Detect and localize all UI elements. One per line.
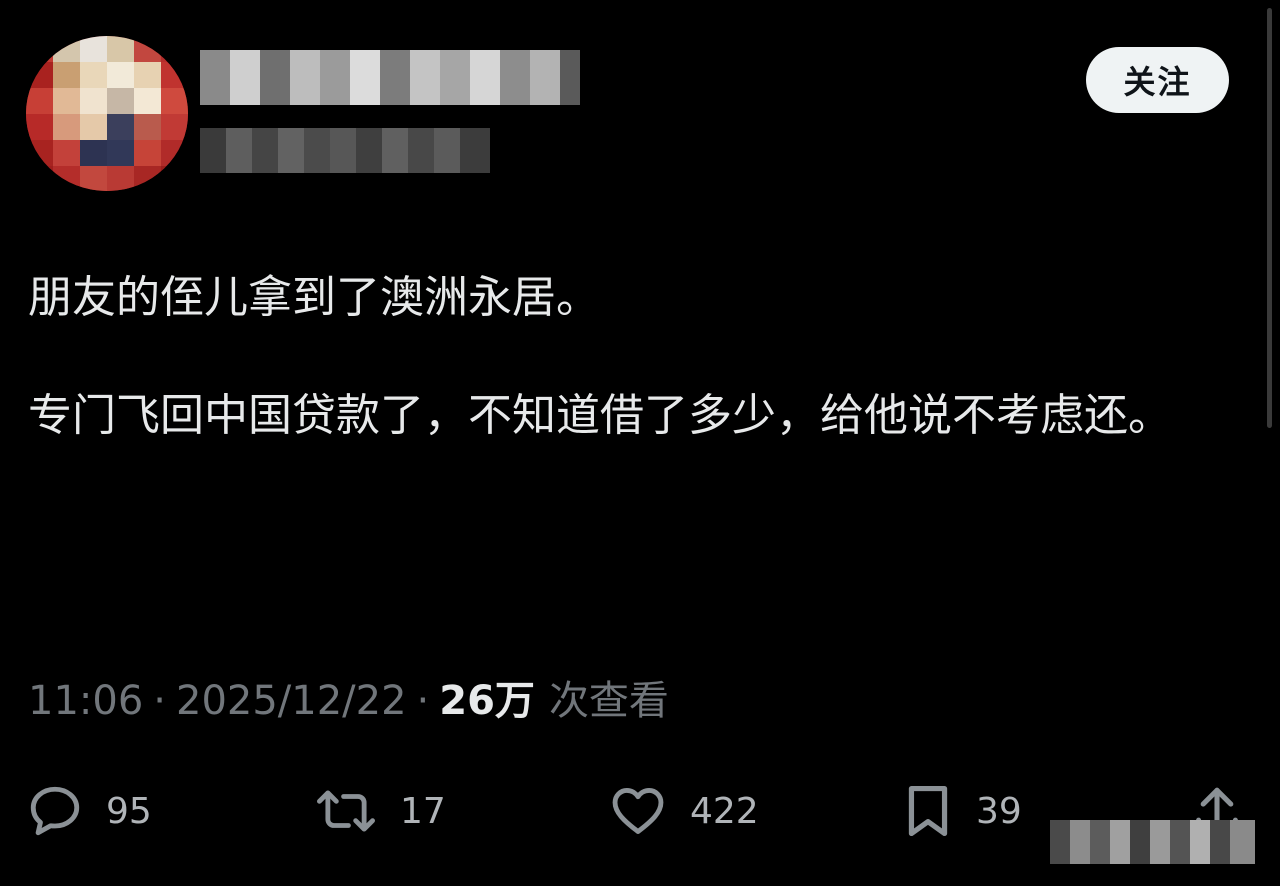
bookmark-icon	[908, 785, 948, 837]
username-pixelated[interactable]	[200, 128, 490, 173]
reply-count: 95	[106, 790, 152, 832]
tweet-date[interactable]: 2025/12/22	[176, 678, 407, 724]
tweet-text-paragraph-2: 专门飞回中国贷款了，不知道借了多少，给他说不考虑还。	[28, 390, 1172, 441]
like-button[interactable]: 422	[608, 776, 759, 846]
retweet-count: 17	[400, 790, 446, 832]
tweet-metadata: 11:06 · 2025/12/22 · 26万 次查看	[28, 668, 669, 726]
tweet-time[interactable]: 11:06	[28, 678, 143, 724]
retweet-button[interactable]: 17	[314, 776, 446, 846]
separator-dot: ·	[416, 678, 430, 724]
tweet-body: 朋友的侄儿拿到了澳洲永居。 专门飞回中国贷款了，不知道借了多少，给他说不考虑还。	[28, 268, 1258, 446]
separator-dot: ·	[153, 678, 166, 724]
display-name-pixelated[interactable]	[200, 50, 580, 105]
tweet-header: 关注	[0, 0, 1280, 200]
heart-icon	[612, 788, 664, 834]
reply-button[interactable]: 95	[26, 776, 152, 846]
retweet-icon	[316, 790, 375, 832]
like-count: 422	[690, 790, 759, 832]
bookmark-count: 39	[976, 790, 1022, 832]
reply-icon	[30, 786, 80, 836]
follow-button[interactable]: 关注	[1086, 47, 1229, 113]
avatar[interactable]	[26, 36, 188, 191]
bookmark-button[interactable]: 39	[902, 776, 1022, 846]
watermark-pixelated	[1050, 820, 1255, 864]
views-label: 次查看	[548, 678, 669, 724]
tweet-text-paragraph-1: 朋友的侄儿拿到了澳洲永居。	[28, 272, 600, 323]
views-count: 26万	[439, 678, 535, 724]
